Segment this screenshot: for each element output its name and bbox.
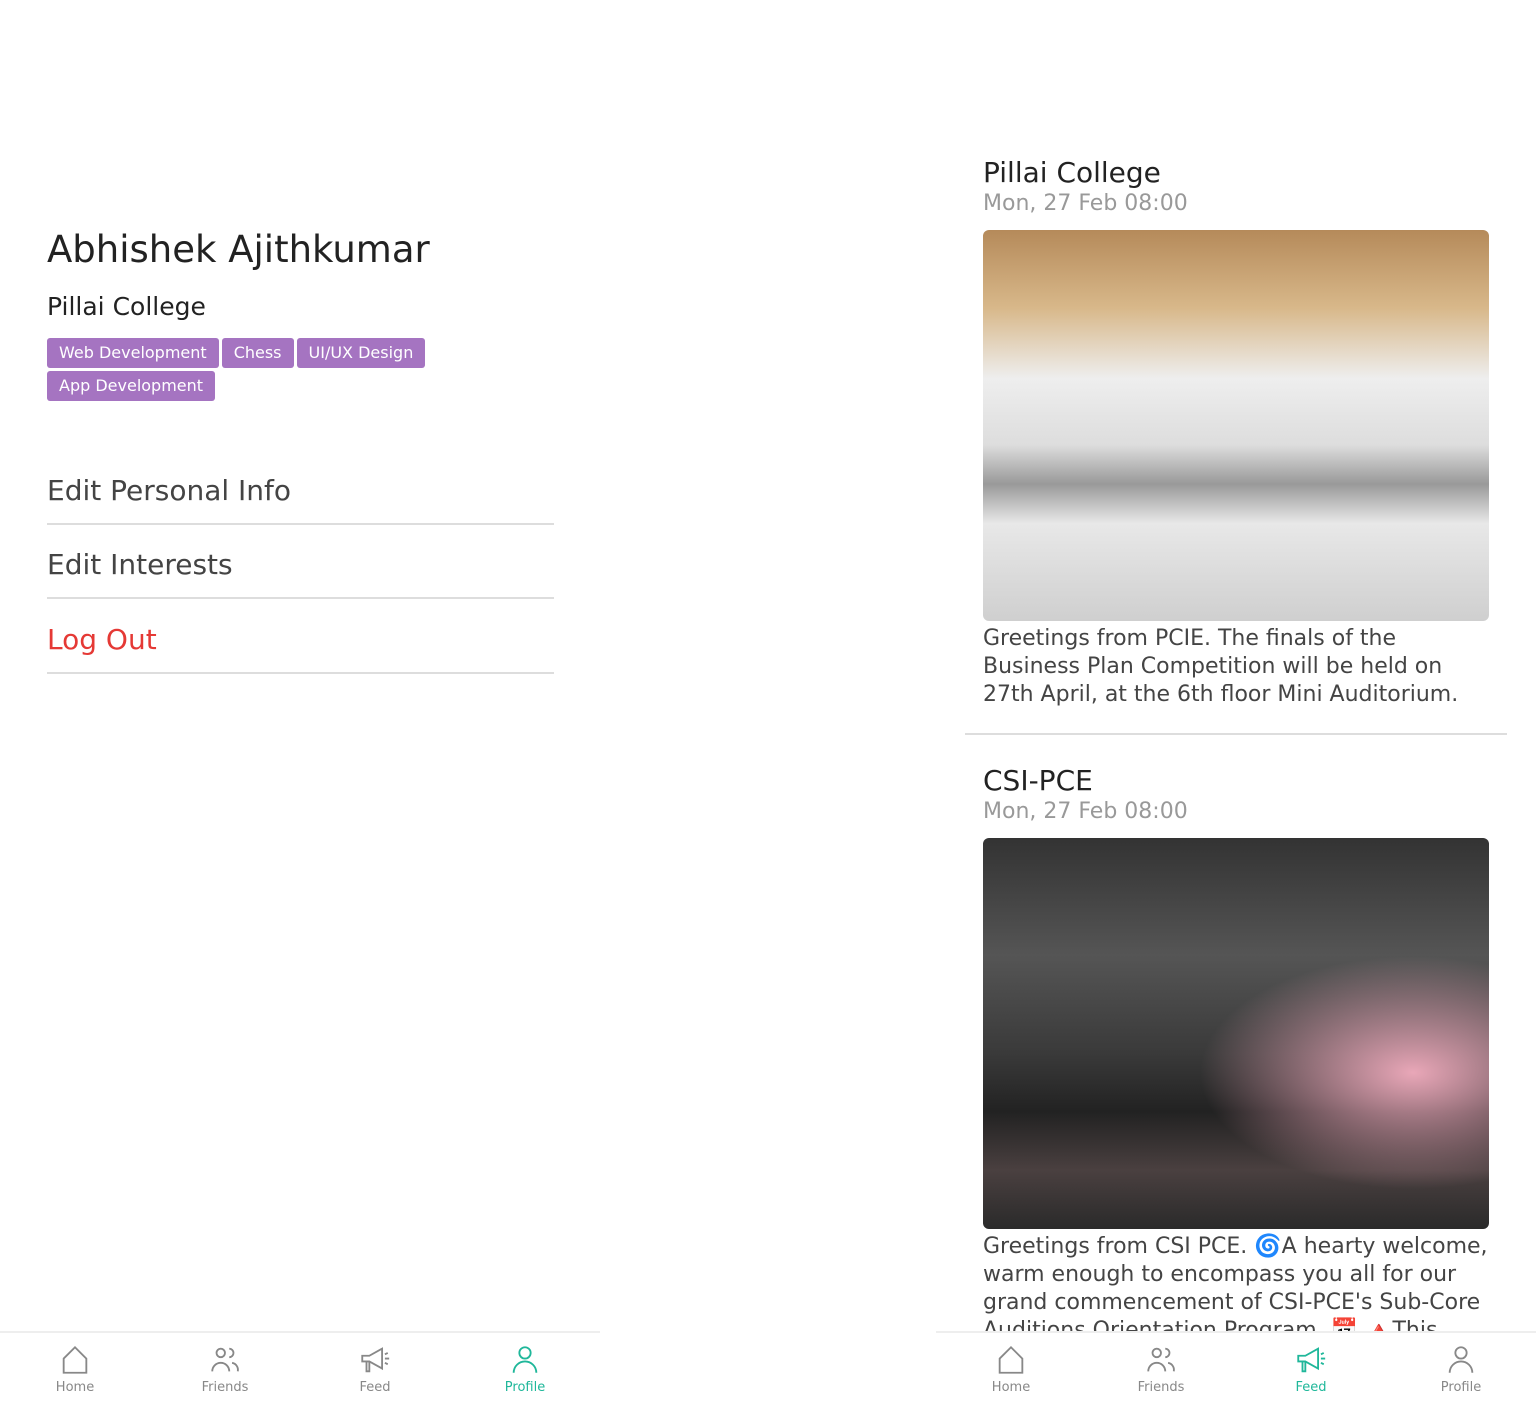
nav-friends[interactable]: Friends [1086, 1333, 1236, 1404]
nav-label: Feed [1295, 1380, 1327, 1395]
nav-label: Friends [1137, 1380, 1185, 1395]
nav-label: Profile [504, 1380, 546, 1395]
nav-profile[interactable]: Profile [1386, 1333, 1536, 1404]
feed-screen: Pillai College Mon, 27 Feb 08:00 Greetin… [936, 0, 1536, 1404]
post-author: Pillai College [983, 156, 1161, 189]
nav-home[interactable]: Home [936, 1333, 1086, 1404]
edit-interests-button[interactable]: Edit Interests [47, 525, 554, 599]
friends-icon [1147, 1347, 1175, 1372]
nav-feed[interactable]: Feed [300, 1333, 450, 1404]
nav-label: Feed [359, 1380, 391, 1395]
post-date: Mon, 27 Feb 08:00 [983, 191, 1188, 216]
post-divider [965, 733, 1507, 735]
profile-name: Abhishek Ajithkumar [47, 228, 430, 271]
profile-screen: Abhishek Ajithkumar Pillai College Web D… [0, 0, 600, 1404]
nav-profile[interactable]: Profile [450, 1333, 600, 1404]
profile-college: Pillai College [47, 292, 206, 321]
profile-menu: Edit Personal Info Edit Interests Log Ou… [47, 450, 554, 674]
feed-post: Pillai College Mon, 27 Feb 08:00 Greetin… [983, 156, 1489, 709]
friends-icon [211, 1347, 239, 1372]
interest-tag: Web Development [47, 338, 219, 368]
megaphone-icon [1297, 1347, 1326, 1373]
nav-label: Home [991, 1380, 1031, 1395]
megaphone-icon [361, 1347, 390, 1373]
bottom-nav: Home Friends Feed Profile [936, 1331, 1536, 1404]
post-text: Greetings from PCIE. The finals of the B… [983, 626, 1459, 707]
nav-label: Profile [1440, 1380, 1482, 1395]
home-icon [998, 1345, 1024, 1374]
post-image[interactable] [983, 230, 1489, 621]
nav-feed[interactable]: Feed [1236, 1333, 1386, 1404]
nav-home[interactable]: Home [0, 1333, 150, 1404]
post-image[interactable] [983, 838, 1489, 1229]
log-out-button[interactable]: Log Out [47, 599, 554, 674]
interest-tag: App Development [47, 371, 216, 401]
interest-tags: Web Development Chess UI/UX Design App D… [47, 338, 467, 401]
nav-friends[interactable]: Friends [150, 1333, 300, 1404]
nav-label: Friends [201, 1380, 249, 1395]
post-author: CSI-PCE [983, 764, 1093, 797]
interest-tag: UI/UX Design [296, 338, 426, 368]
edit-personal-info-button[interactable]: Edit Personal Info [47, 450, 554, 525]
feed-post: CSI-PCE Mon, 27 Feb 08:00 Greetings from… [983, 764, 1489, 1373]
post-date: Mon, 27 Feb 08:00 [983, 799, 1188, 824]
interest-tag: Chess [221, 338, 294, 368]
home-icon [62, 1345, 88, 1374]
profile-icon [1448, 1346, 1474, 1373]
profile-icon [512, 1346, 538, 1373]
bottom-nav: Home Friends Feed Profile [0, 1331, 600, 1404]
nav-label: Home [55, 1380, 95, 1395]
